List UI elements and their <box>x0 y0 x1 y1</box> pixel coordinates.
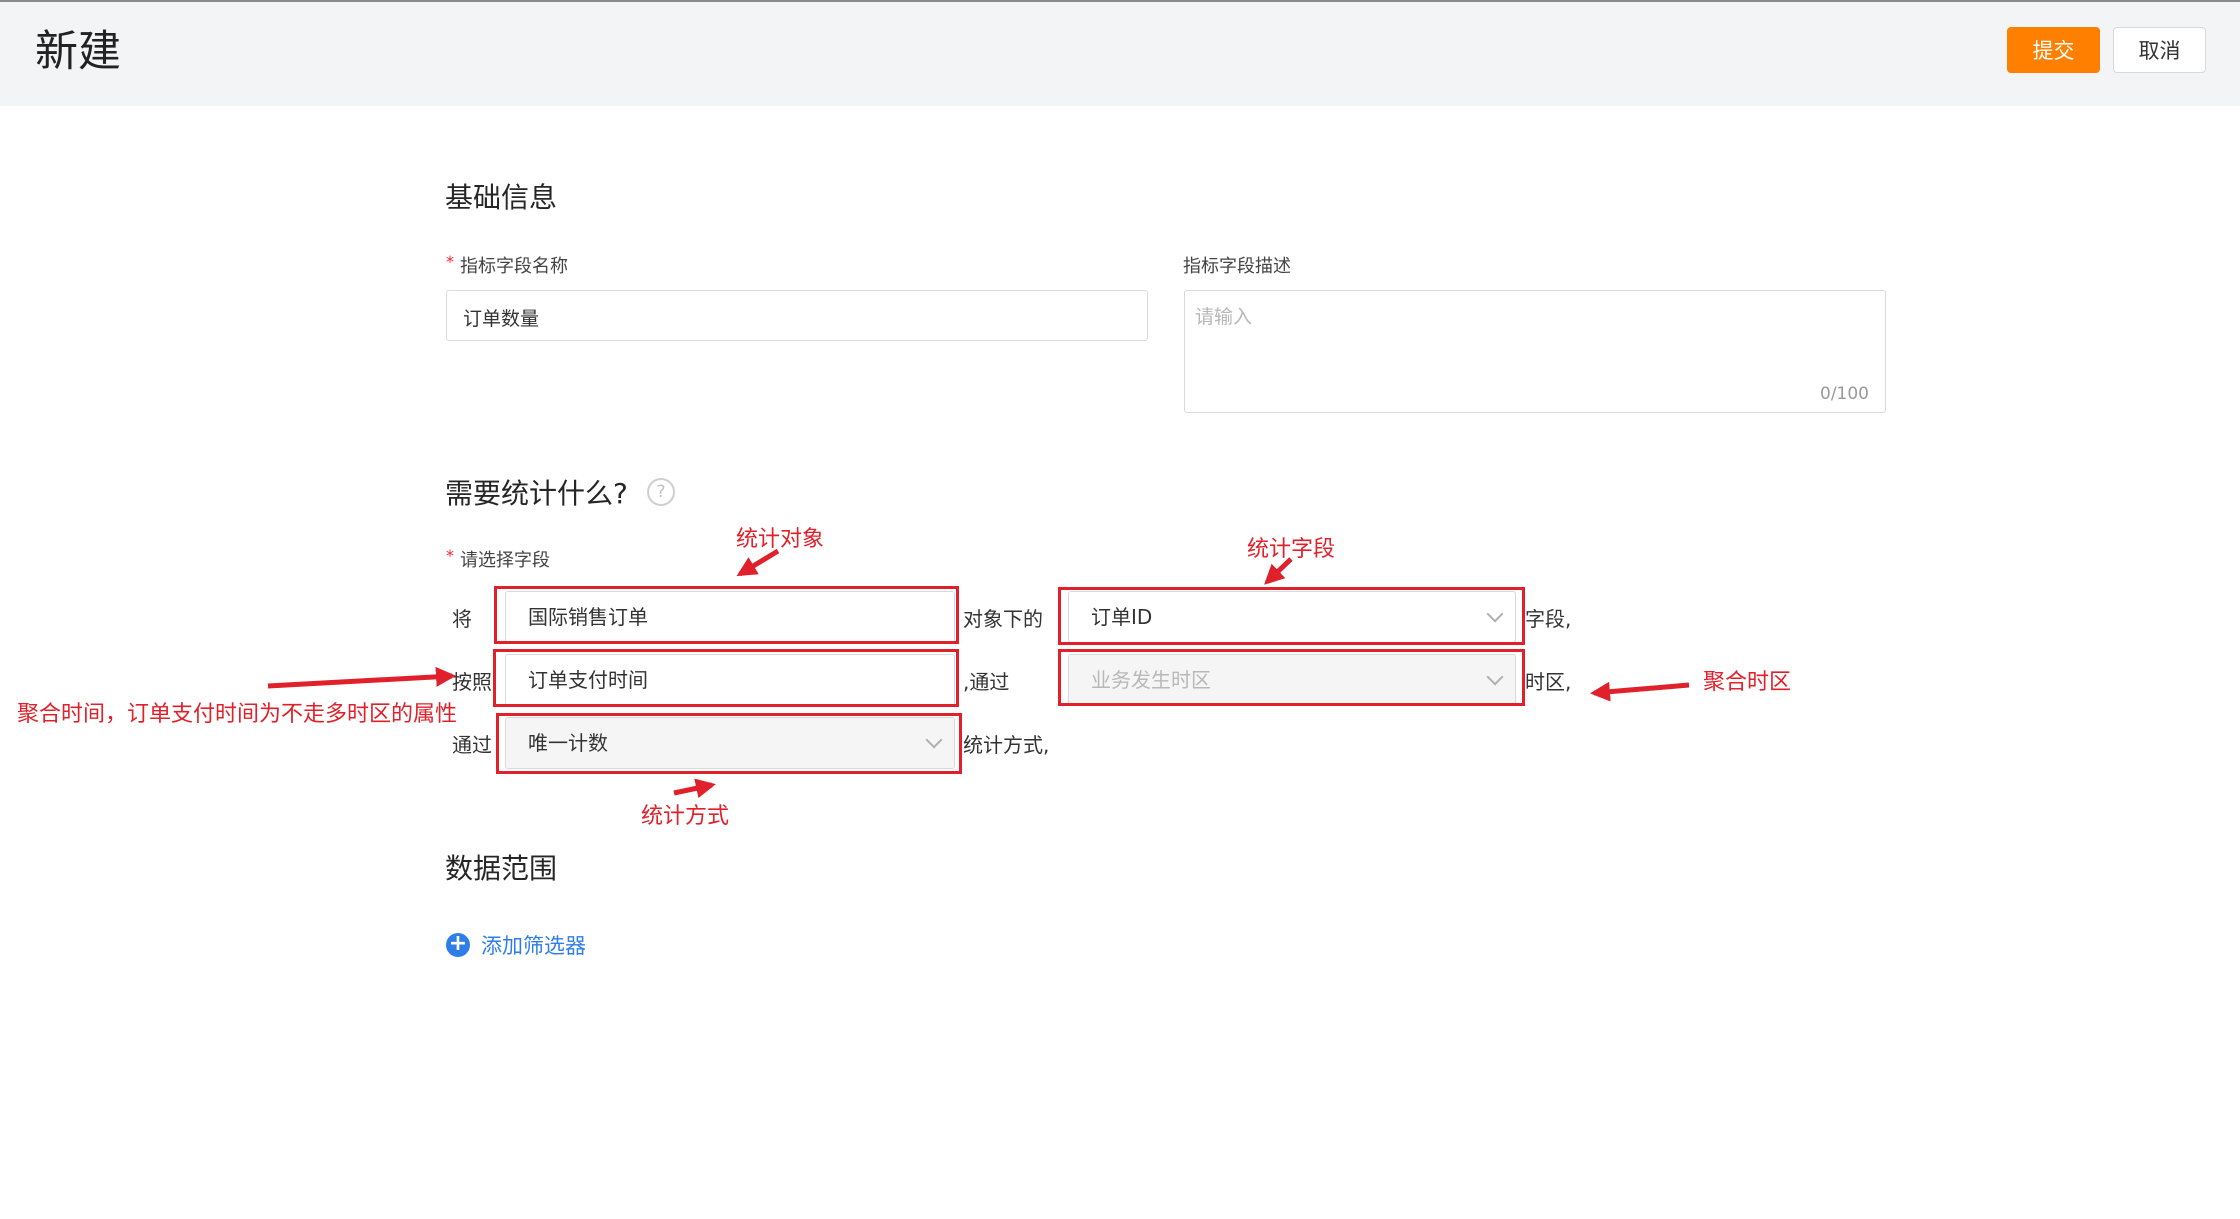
add-filter-link[interactable]: 添加筛选器 <box>481 930 586 960</box>
arrow-stat-field <box>1264 557 1293 585</box>
arrow-stat-object <box>736 548 780 577</box>
plus-circle-icon[interactable]: + <box>446 933 470 957</box>
annotation-arrows <box>267 548 1690 799</box>
arrow-stat-method <box>673 778 716 799</box>
arrow-agg-timezone <box>1590 681 1690 702</box>
section-title-data-range: 数据范围 <box>445 852 558 885</box>
arrow-agg-time <box>267 666 456 689</box>
